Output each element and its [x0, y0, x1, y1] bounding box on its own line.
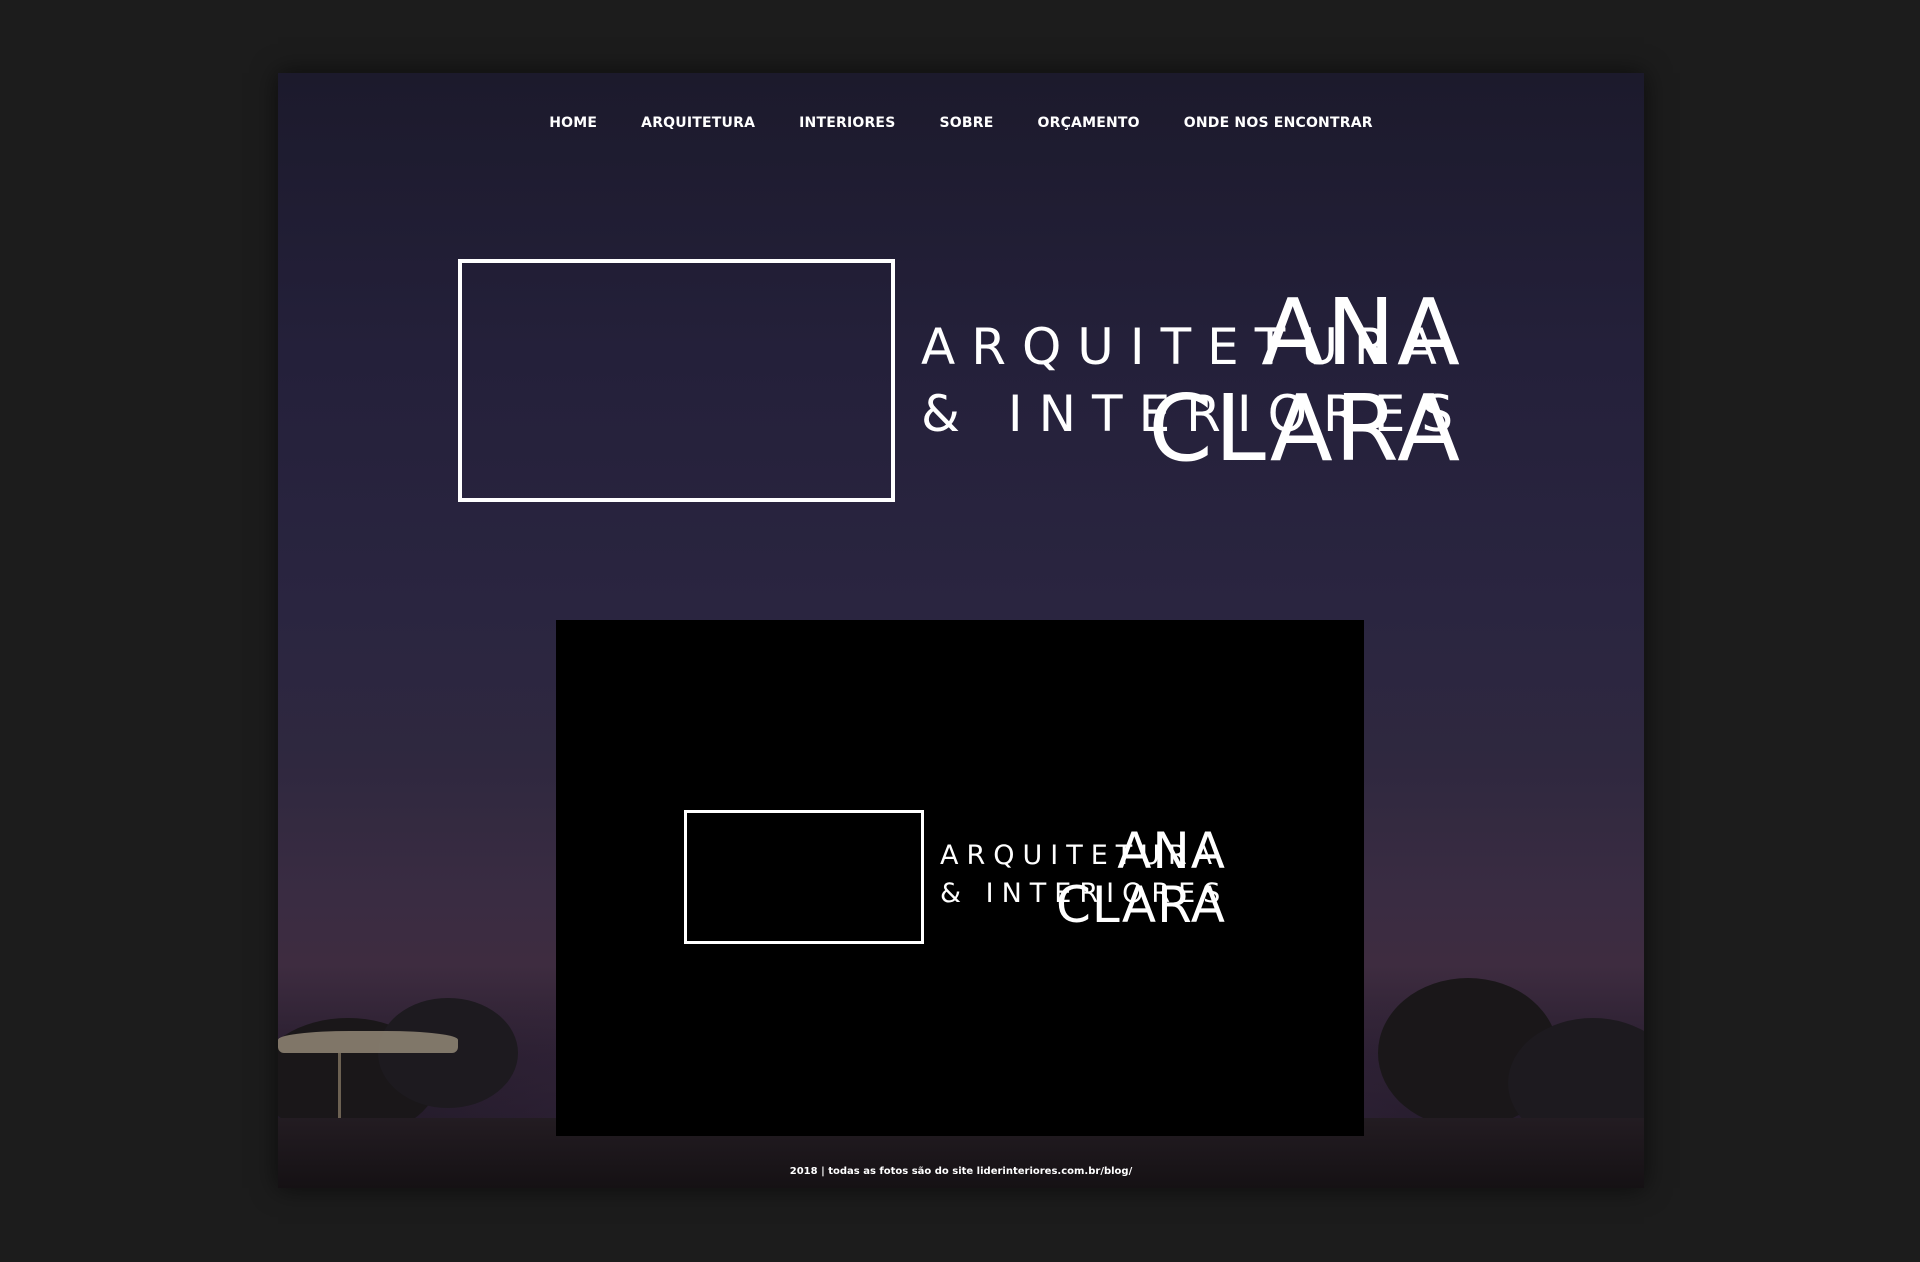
logo-showcase-panel: ANA CLARA ARQUITETURA & INTERIORES [556, 620, 1364, 1136]
nav-orcamento[interactable]: ORÇAMENTO [1037, 115, 1139, 131]
logo-tagline-line-2: & INTERIORES [921, 385, 1470, 443]
tree-silhouette [378, 998, 518, 1108]
logo-tagline-line-1: ARQUITETURA [940, 840, 1221, 871]
patio-umbrella [278, 1031, 458, 1053]
logo-tagline-line-2: & INTERIORES [940, 878, 1229, 909]
main-nav: HOME ARQUITETURA INTERIORES SOBRE ORÇAME… [278, 115, 1644, 131]
logo-box-frame [458, 259, 895, 502]
hero-logo: ANA CLARA ARQUITETURA & INTERIORES [458, 259, 1488, 505]
panel-logo: ANA CLARA ARQUITETURA & INTERIORES [684, 810, 1244, 944]
logo-box-frame [684, 810, 924, 944]
nav-onde-nos-encontrar[interactable]: ONDE NOS ENCONTRAR [1184, 115, 1373, 131]
website-frame: HOME ARQUITETURA INTERIORES SOBRE ORÇAME… [278, 73, 1644, 1188]
logo-tagline-line-1: ARQUITETURA [921, 318, 1453, 376]
footer-credit: 2018 | todas as fotos são do site lideri… [789, 1166, 1133, 1177]
nav-arquitetura[interactable]: ARQUITETURA [641, 115, 755, 131]
nav-interiores[interactable]: INTERIORES [799, 115, 895, 131]
nav-sobre[interactable]: SOBRE [939, 115, 993, 131]
nav-home[interactable]: HOME [549, 115, 597, 131]
